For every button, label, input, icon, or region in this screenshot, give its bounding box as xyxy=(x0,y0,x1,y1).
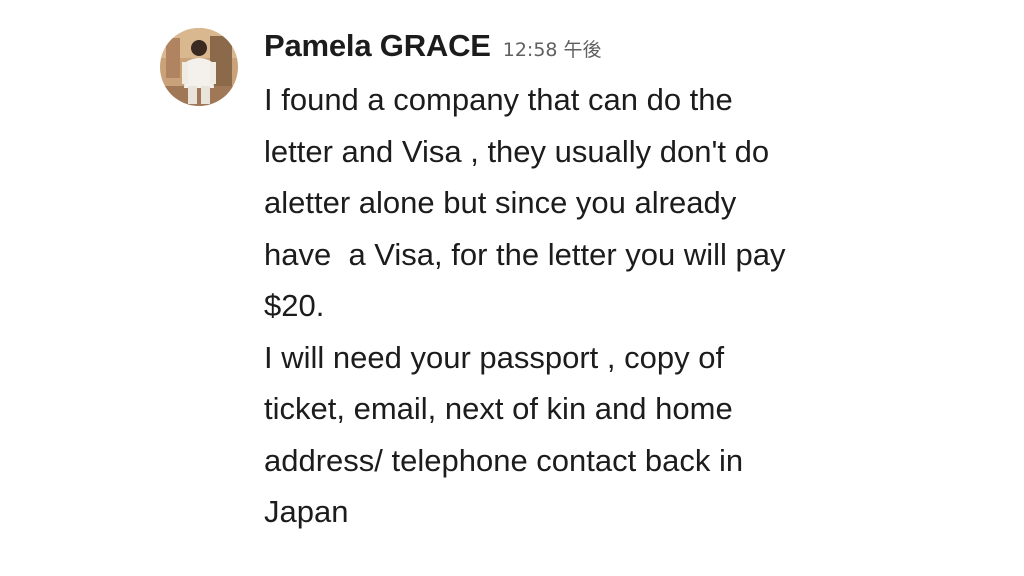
message-line: I found a company that can do the xyxy=(264,82,733,117)
message-line: I will need your passport , copy of xyxy=(264,339,725,375)
sender-name[interactable]: Pamela GRACE xyxy=(264,28,491,64)
message-line: ticket, email, next of kin and home xyxy=(264,391,733,426)
user-avatar[interactable] xyxy=(160,28,238,106)
message-line: have a Visa, for the letter you will pay xyxy=(264,236,786,272)
message-line: aletter alone but since you already xyxy=(264,185,737,220)
message-body: I found a company that can do the letter… xyxy=(264,74,884,538)
message-timestamp[interactable]: 12:58 午後 xyxy=(503,35,602,62)
message-line: letter and Visa , they usually don't do xyxy=(264,133,770,169)
message-header: Pamela GRACE 12:58 午後 xyxy=(264,28,884,72)
message-line: $20. xyxy=(264,288,325,323)
message-content: Pamela GRACE 12:58 午後 I found a company … xyxy=(264,28,884,538)
chat-message: Pamela GRACE 12:58 午後 I found a company … xyxy=(160,28,884,538)
user-photo-avatar xyxy=(160,28,238,106)
message-line: Japan xyxy=(264,494,349,529)
message-line: address/ telephone contact back in xyxy=(264,442,744,478)
